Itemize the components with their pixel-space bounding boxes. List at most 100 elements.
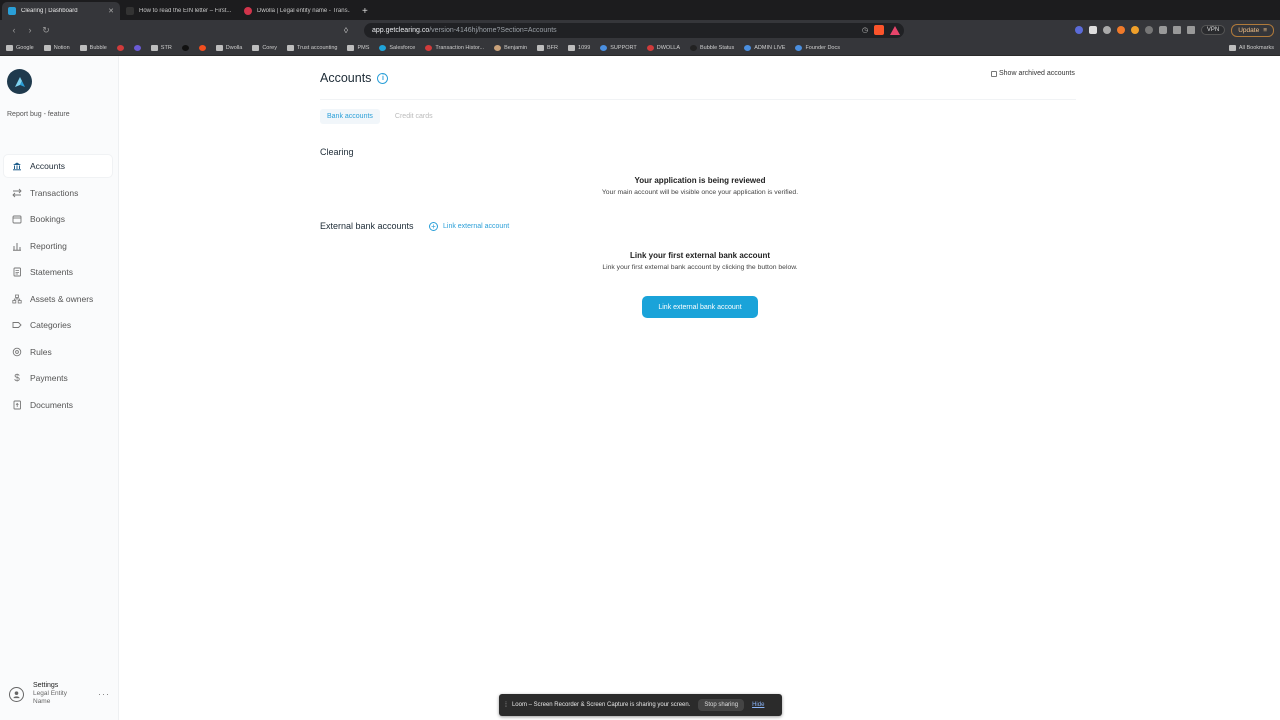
org-icon: [12, 294, 22, 304]
site-favicon-icon: [600, 44, 608, 51]
sidebar-item-label: Payments: [30, 373, 68, 383]
bookmark-item[interactable]: Bubble: [79, 44, 107, 51]
bookmark-item[interactable]: Salesforce: [379, 44, 415, 51]
bookmark-item[interactable]: SUPPORT: [600, 44, 637, 51]
sidebar-item-documents[interactable]: Documents: [4, 394, 112, 416]
bookmark-item[interactable]: DWOLLA: [646, 44, 680, 51]
folder-icon: [43, 44, 51, 51]
browser-tab-ein[interactable]: How to read the EIN letter – First...: [120, 2, 238, 20]
bookmark-page-icon[interactable]: ◊: [344, 26, 358, 35]
vpn-button[interactable]: VPN: [1200, 25, 1226, 35]
sidebar-item-transactions[interactable]: Transactions: [4, 182, 112, 204]
sidebar-item-reporting[interactable]: Reporting: [4, 235, 112, 257]
bookmark-item[interactable]: Bubble Status: [690, 44, 734, 51]
report-bug-link[interactable]: Report bug - feature: [7, 111, 70, 118]
extension-icon[interactable]: [1102, 26, 1111, 34]
bookmark-item[interactable]: Benjamin: [494, 44, 527, 51]
bookmark-item[interactable]: 1099: [568, 44, 591, 51]
link-external-bank-account-button[interactable]: Link external bank account: [642, 296, 758, 318]
bookmark-item[interactable]: Founder Docs: [795, 44, 840, 51]
bookmark-item[interactable]: Google: [6, 44, 34, 51]
clearing-heading: Clearing: [320, 147, 354, 157]
extension-icon[interactable]: [1130, 26, 1139, 34]
bookmark-item[interactable]: Trust accounting: [286, 44, 338, 51]
bank-icon: [12, 161, 22, 171]
sidebar-item-categories[interactable]: Categories: [4, 314, 112, 336]
sidebar-item-assets-owners[interactable]: Assets & owners: [4, 288, 112, 310]
extension-icon[interactable]: [1144, 26, 1153, 34]
main-content: Accounts i Show archived accounts Bank a…: [120, 56, 1280, 720]
extension-icons: VPN Update ≡: [1074, 23, 1274, 37]
url-host: app.getclearing.co: [372, 26, 430, 34]
browser-tab-dwolla[interactable]: Dwolla | Legal entity name - Trans...: [238, 2, 356, 20]
sidebar-item-label: Statements: [30, 267, 73, 277]
bookmark-label: Trust accounting: [296, 44, 338, 51]
bookmark-item[interactable]: PMS: [347, 44, 369, 51]
plus-circle-icon: +: [429, 222, 438, 231]
sidebar-item-label: Reporting: [30, 240, 67, 251]
site-favicon-icon: [494, 44, 502, 51]
sidebar-item-label: Transactions: [30, 187, 79, 198]
clearing-logo-icon[interactable]: [7, 69, 32, 94]
sidebar-item-rules[interactable]: Rules: [4, 341, 112, 363]
wallet-icon[interactable]: [1186, 26, 1195, 34]
sidebar-toggle-icon[interactable]: [1172, 26, 1181, 34]
hide-banner-link[interactable]: Hide: [752, 702, 764, 708]
back-icon[interactable]: ‹: [6, 25, 22, 35]
bookmark-label: SUPPORT: [610, 44, 637, 51]
sidebar-item-accounts[interactable]: Accounts: [4, 155, 112, 177]
bookmark-item[interactable]: ADMIN LIVE: [744, 44, 785, 51]
archived-checkbox[interactable]: [991, 70, 997, 77]
info-icon[interactable]: i: [377, 72, 389, 84]
show-archived-toggle[interactable]: Show archived accounts: [991, 70, 1075, 77]
site-favicon-icon: [425, 44, 433, 51]
link-external-account-link[interactable]: + Link external account: [429, 222, 509, 231]
sidebar-item-payments[interactable]: $ Payments: [4, 367, 112, 389]
reload-icon[interactable]: ↻: [38, 25, 54, 36]
more-options-icon[interactable]: ···: [98, 689, 110, 699]
folder-icon: [79, 44, 87, 51]
drag-handle-icon[interactable]: ⁞: [505, 702, 507, 709]
brave-shield-icon[interactable]: [874, 25, 884, 35]
extension-icon[interactable]: [1074, 26, 1083, 34]
sidebar-item-statements[interactable]: Statements: [4, 261, 112, 283]
site-favicon-icon: [690, 44, 697, 51]
site-favicon-icon: [646, 44, 654, 51]
settings-entry[interactable]: Settings Legal Entity Name ···: [9, 682, 114, 710]
close-tab-icon[interactable]: ✕: [108, 7, 114, 15]
bookmark-item[interactable]: [116, 44, 124, 51]
bookmark-item[interactable]: STR: [150, 44, 172, 51]
bookmark-item[interactable]: Transaction Histor...: [425, 44, 484, 51]
puzzle-icon[interactable]: [1158, 26, 1167, 34]
sidebar-item-bookings[interactable]: Bookings: [4, 208, 112, 230]
bookmark-item[interactable]: [133, 44, 141, 51]
bookmark-label: Notion: [53, 44, 70, 51]
timer-icon[interactable]: ◷: [862, 26, 868, 34]
all-bookmarks-button[interactable]: All Bookmarks: [1228, 44, 1274, 51]
stop-sharing-button[interactable]: Stop sharing: [698, 699, 745, 711]
dwolla-favicon-icon: [244, 7, 252, 15]
update-button[interactable]: Update ≡: [1231, 23, 1274, 37]
bookmark-label: STR: [160, 44, 172, 51]
bookmark-label: Dwolla: [225, 44, 243, 51]
document-favicon-icon: [126, 7, 134, 15]
site-favicon-icon: [181, 44, 189, 51]
forward-icon[interactable]: ›: [22, 25, 38, 35]
browser-tab-clearing[interactable]: Clearing | Dashboard ✕: [2, 2, 120, 20]
tab-credit-cards[interactable]: Credit cards: [388, 109, 440, 124]
new-tab-button[interactable]: +: [356, 6, 374, 20]
address-bar[interactable]: app.getclearing.co/version-4146hj/home?S…: [364, 22, 904, 38]
bookmark-label: 1099: [578, 44, 591, 51]
tab-bank-accounts[interactable]: Bank accounts: [320, 109, 380, 124]
extension-icon[interactable]: [1116, 26, 1125, 34]
rules-icon: [12, 347, 22, 357]
bookmark-item[interactable]: [181, 44, 189, 51]
bookmark-item[interactable]: Corey: [252, 44, 277, 51]
clearing-empty-body: Your main account will be visible once y…: [601, 189, 799, 196]
bookmark-item[interactable]: BFR: [537, 44, 558, 51]
bookmark-item[interactable]: Dwolla: [215, 44, 243, 51]
brave-rewards-icon[interactable]: [890, 25, 900, 35]
bookmark-item[interactable]: Notion: [43, 44, 70, 51]
shield-ext-icon[interactable]: [1088, 26, 1097, 34]
bookmark-item[interactable]: [198, 44, 206, 51]
